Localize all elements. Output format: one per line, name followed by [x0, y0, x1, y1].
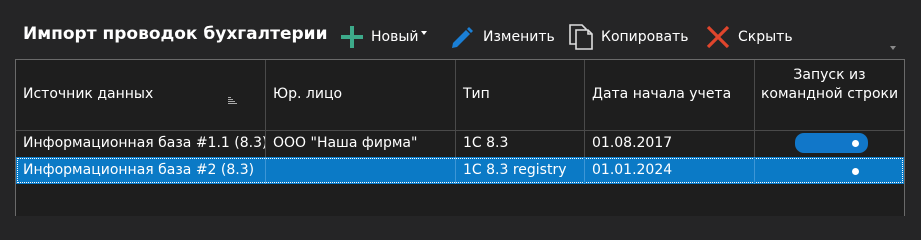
- toolbar-overflow-arrow-icon[interactable]: [890, 35, 896, 54]
- column-header-start-date[interactable]: Дата начала учета: [585, 60, 755, 130]
- copy-icon: [568, 23, 594, 51]
- column-header-cmd-launch[interactable]: Запуск из командной строки: [755, 60, 904, 130]
- pencil-icon: [449, 24, 475, 50]
- table-row[interactable]: Информационная база #2 (8.3) 1С 8.3 regi…: [16, 157, 904, 184]
- grid-header: Источник данных Юр. лицо Тип Дата начала…: [16, 60, 904, 131]
- cell-entity: ООО "Наша фирма": [266, 130, 456, 157]
- cmd-launch-toggle[interactable]: [795, 133, 868, 153]
- toggle-knob: [852, 140, 859, 147]
- cell-type: 1С 8.3 registry: [456, 157, 585, 184]
- page-title: Импорт проводок бухгалтерии: [23, 24, 328, 44]
- cell-cmd-launch: [755, 157, 904, 184]
- sort-icon: [228, 92, 237, 108]
- toolbar: Импорт проводок бухгалтерии Новый Измени…: [0, 0, 921, 60]
- cell-type: 1С 8.3: [456, 130, 585, 157]
- hide-button[interactable]: Скрыть: [706, 20, 793, 54]
- cmd-launch-indicator[interactable]: [852, 168, 859, 175]
- plus-icon: [340, 25, 364, 49]
- edit-button-label: Изменить: [483, 29, 555, 45]
- table-row[interactable]: Информационная база #1.1 (8.3) ООО "Наша…: [16, 130, 904, 157]
- cell-start-date: 01.08.2017: [585, 130, 755, 157]
- copy-button-label: Копировать: [601, 29, 689, 45]
- column-header-type[interactable]: Тип: [456, 60, 585, 130]
- dropdown-arrow-icon: [420, 31, 427, 35]
- close-icon: [706, 25, 730, 49]
- data-grid: Источник данных Юр. лицо Тип Дата начала…: [15, 59, 905, 216]
- cell-entity: [266, 157, 456, 184]
- hide-button-label: Скрыть: [738, 29, 793, 45]
- new-button[interactable]: Новый: [340, 20, 427, 54]
- column-header-entity[interactable]: Юр. лицо: [266, 60, 456, 130]
- column-header-source[interactable]: Источник данных: [16, 60, 266, 130]
- cell-source: Информационная база #2 (8.3): [16, 157, 266, 184]
- new-button-label: Новый: [371, 29, 419, 45]
- cell-source: Информационная база #1.1 (8.3): [16, 130, 266, 157]
- edit-button[interactable]: Изменить: [449, 20, 555, 54]
- cell-start-date: 01.01.2024: [585, 157, 755, 184]
- copy-button[interactable]: Копировать: [568, 20, 688, 54]
